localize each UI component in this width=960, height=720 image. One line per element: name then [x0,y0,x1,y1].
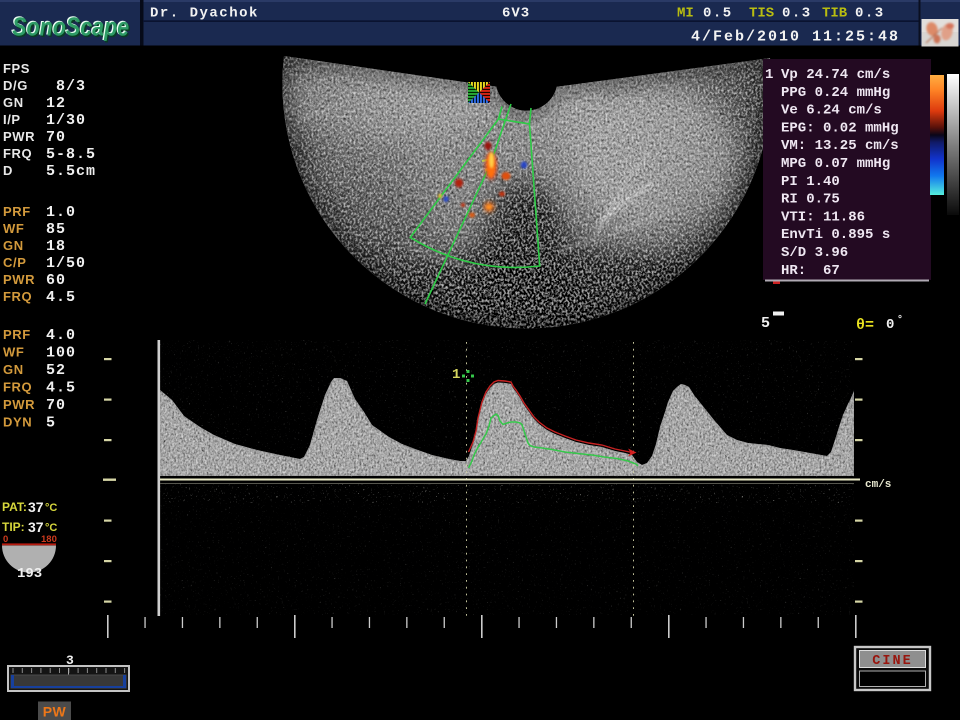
svg-text:4.0: 4.0 [46,327,76,344]
svg-text:θ=: θ= [856,317,874,334]
svg-text:180: 180 [41,534,57,545]
svg-text:PW: PW [43,704,67,720]
svg-text:WF: WF [3,221,24,236]
svg-text:PI 1.40: PI 1.40 [781,174,840,190]
svg-text:Ve 6.24 cm/s: Ve 6.24 cm/s [781,103,882,119]
svg-text:TIP:: TIP: [2,520,25,534]
svg-text:37: 37 [28,499,44,515]
svg-text:CINE: CINE [872,654,912,669]
svg-text:°C: °C [45,522,57,534]
svg-text:8/3: 8/3 [46,78,86,95]
svg-text:1/50: 1/50 [46,255,86,272]
svg-text:FRQ: FRQ [3,289,32,304]
svg-text:PPG 0.24 mmHg: PPG 0.24 mmHg [781,85,890,101]
svg-text:5.5cm: 5.5cm [46,163,96,180]
svg-text:0.3: 0.3 [782,6,812,22]
svg-text:1: 1 [765,67,773,83]
svg-text:GN: GN [3,95,24,110]
svg-text:193: 193 [17,566,42,582]
svg-text:FPS: FPS [3,61,30,76]
svg-text:70: 70 [46,397,66,414]
svg-text:5-8.5: 5-8.5 [46,146,96,163]
svg-text:D/G: D/G [3,78,28,93]
svg-text:PRF: PRF [3,327,31,342]
svg-text:GN: GN [3,238,24,253]
svg-text:TIB: TIB [822,6,848,22]
svg-text:DYN: DYN [3,415,32,430]
svg-text:52: 52 [46,362,66,379]
svg-text:S/D 3.96: S/D 3.96 [781,245,848,261]
svg-text:12: 12 [46,95,66,112]
svg-text:Dr. Dyachok: Dr. Dyachok [150,6,259,22]
svg-text:WF: WF [3,345,24,360]
svg-text:6V3: 6V3 [502,6,530,22]
svg-text:PWR: PWR [3,397,35,412]
svg-text:0: 0 [3,534,8,545]
svg-text:5: 5 [761,315,770,332]
svg-text:MPG 0.07 mmHg: MPG 0.07 mmHg [781,156,890,172]
svg-text:0.5: 0.5 [703,6,733,22]
svg-text:0.3: 0.3 [855,6,885,22]
svg-text:5: 5 [46,415,56,432]
svg-text:100: 100 [46,345,76,362]
svg-text:PWR: PWR [3,272,35,287]
svg-text:Vp 24.74 cm/s: Vp 24.74 cm/s [781,67,890,83]
svg-text:4/Feb/2010 11:25:48: 4/Feb/2010 11:25:48 [691,29,900,46]
svg-text:I/P: I/P [3,112,21,127]
svg-text:HR: 67: HR: 67 [781,263,840,279]
svg-text:VM: 13.25 cm/s: VM: 13.25 cm/s [781,138,899,154]
svg-text:4.5: 4.5 [46,380,76,397]
svg-text:MI: MI [677,6,694,22]
svg-text:FRQ: FRQ [3,146,32,161]
svg-text:RI 0.75: RI 0.75 [781,192,840,208]
svg-text:18: 18 [46,238,66,255]
svg-text:1.0: 1.0 [46,204,76,221]
svg-text:GN: GN [3,362,24,377]
svg-text:37: 37 [28,519,44,535]
svg-text:EnvTi 0.895 s: EnvTi 0.895 s [781,227,890,243]
svg-text:SonoScape: SonoScape [12,12,129,42]
svg-text:PWR: PWR [3,129,35,144]
svg-text:70: 70 [46,129,66,146]
svg-text:C/P: C/P [3,255,26,270]
svg-text:1/30: 1/30 [46,112,86,129]
svg-text:60: 60 [46,272,66,289]
svg-text:EPG: 0.02 mmHg: EPG: 0.02 mmHg [781,120,899,136]
svg-text:°: ° [897,314,903,326]
svg-text:85: 85 [46,221,66,238]
svg-text:TIS: TIS [749,6,774,22]
svg-text:PRF: PRF [3,204,31,219]
svg-text:cm/s: cm/s [865,479,891,491]
svg-text:0: 0 [886,317,894,333]
svg-text:FRQ: FRQ [3,380,32,395]
svg-text:D: D [3,163,13,178]
svg-text:VTI: 11.86: VTI: 11.86 [781,209,865,225]
svg-text:1: 1 [452,367,460,383]
svg-text:PAT:: PAT: [2,500,27,514]
svg-text:°C: °C [45,502,57,514]
svg-text:4.5: 4.5 [46,289,76,306]
